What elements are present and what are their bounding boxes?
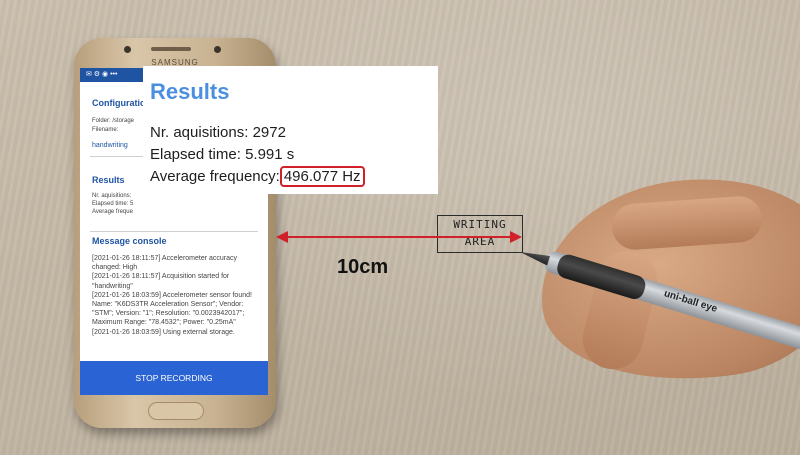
arrow-head-right-icon xyxy=(510,231,522,243)
arrow-head-left-icon xyxy=(276,231,288,243)
distance-arrow xyxy=(276,231,522,243)
distance-label: 10cm xyxy=(337,256,389,278)
